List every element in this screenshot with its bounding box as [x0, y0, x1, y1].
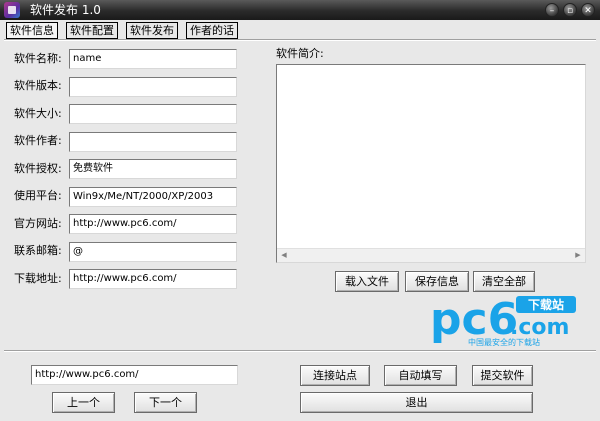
download-label: 下载地址: — [14, 272, 62, 285]
scroll-right-icon[interactable]: ▶ — [571, 249, 585, 262]
submit-software-button[interactable]: 提交软件 — [472, 365, 533, 386]
window-title: 软件发布 1.0 — [30, 3, 101, 17]
version-input[interactable] — [69, 77, 237, 97]
size-input[interactable] — [69, 104, 237, 124]
site-url-input[interactable]: http://www.pc6.com/ — [31, 365, 238, 385]
author-label: 软件作者: — [14, 134, 62, 147]
save-info-button[interactable]: 保存信息 — [405, 271, 469, 292]
restore-icon[interactable]: ▫ — [563, 3, 577, 17]
license-input[interactable]: 免费软件 — [69, 159, 237, 179]
description-text — [277, 65, 585, 69]
author-input[interactable] — [69, 132, 237, 152]
email-label: 联系邮箱: — [14, 244, 62, 257]
license-label: 软件授权: — [14, 162, 62, 175]
name-input[interactable]: name — [69, 49, 237, 69]
next-button[interactable]: 下一个 — [134, 392, 197, 413]
pc6-logo: pc6 .com 下载站 中国最安全的下载站 — [430, 294, 576, 346]
website-input[interactable]: http://www.pc6.com/ — [69, 214, 237, 234]
close-icon[interactable]: ✕ — [581, 3, 595, 17]
auto-fill-button[interactable]: 自动填写 — [384, 365, 457, 386]
exit-button[interactable]: 退出 — [300, 392, 533, 413]
description-textarea[interactable]: ◀ ▶ — [276, 64, 586, 263]
connect-site-button[interactable]: 连接站点 — [300, 365, 370, 386]
scroll-left-icon[interactable]: ◀ — [277, 249, 291, 262]
version-label: 软件版本: — [14, 79, 62, 92]
platform-label: 使用平台: — [14, 189, 62, 202]
bottom-divider — [4, 350, 596, 352]
app-icon — [4, 2, 20, 18]
tab-software-publish[interactable]: 软件发布 — [126, 22, 178, 39]
tab-software-info[interactable]: 软件信息 — [6, 22, 58, 39]
svg-text:下载站: 下载站 — [528, 297, 564, 312]
previous-button[interactable]: 上一个 — [52, 392, 115, 413]
platform-input[interactable]: Win9x/Me/NT/2000/XP/2003 — [69, 187, 237, 207]
svg-text:.com: .com — [510, 315, 569, 340]
tab-author-notes[interactable]: 作者的话 — [186, 22, 238, 39]
email-input[interactable]: @ — [69, 242, 237, 262]
description-label: 软件简介: — [276, 47, 324, 60]
tab-software-config[interactable]: 软件配置 — [66, 22, 118, 39]
name-label: 软件名称: — [14, 52, 62, 65]
download-input[interactable]: http://www.pc6.com/ — [69, 269, 237, 289]
title-bar: 软件发布 1.0 – ▫ ✕ — [0, 0, 600, 20]
tab-divider — [4, 39, 596, 41]
website-label: 官方网站: — [14, 217, 62, 230]
horizontal-scrollbar[interactable]: ◀ ▶ — [277, 248, 585, 262]
load-file-button[interactable]: 载入文件 — [335, 271, 399, 292]
minimize-icon[interactable]: – — [545, 3, 559, 17]
svg-text:中国最安全的下载站: 中国最安全的下载站 — [468, 337, 540, 346]
size-label: 软件大小: — [14, 107, 62, 120]
clear-all-button[interactable]: 清空全部 — [473, 271, 535, 292]
